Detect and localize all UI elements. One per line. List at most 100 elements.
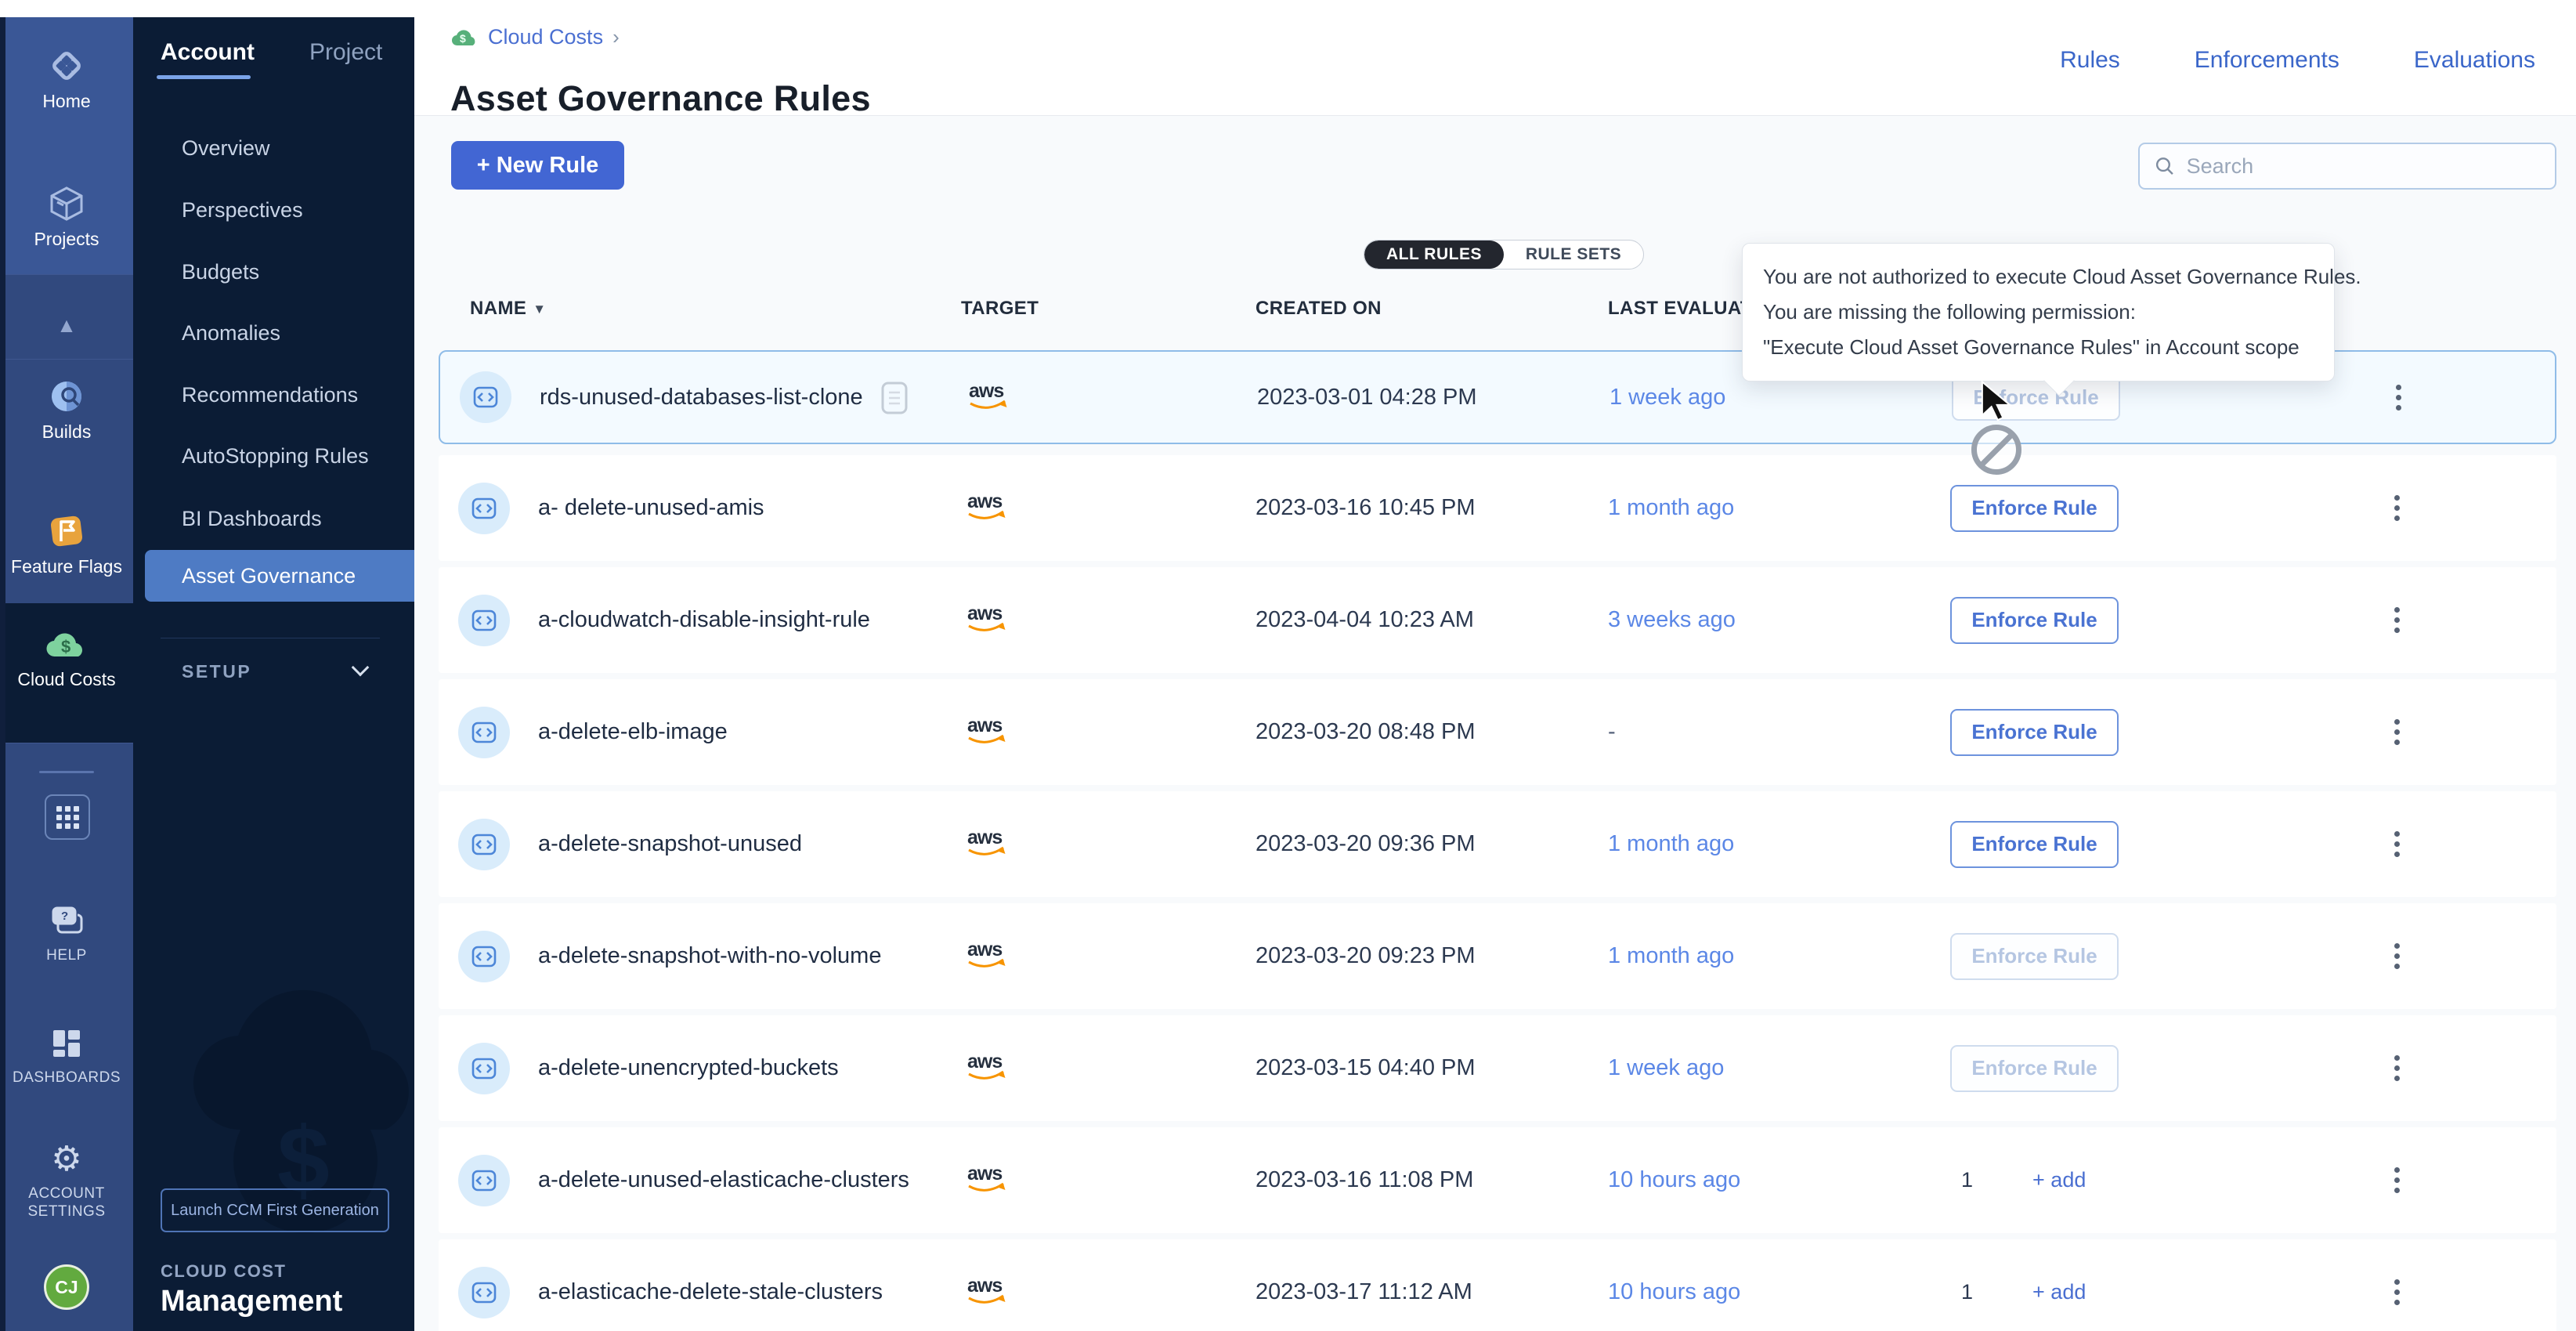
table-row[interactable]: a-delete-unencrypted-bucketsaws2023-03-1… bbox=[439, 1015, 2556, 1121]
sidebar-item-recommendations[interactable]: Recommendations bbox=[182, 382, 358, 408]
created-on-value: 2023-04-04 10:23 AM bbox=[1255, 607, 1608, 633]
svg-text:aws: aws bbox=[967, 1163, 1002, 1185]
last-evaluation-value[interactable]: 1 week ago bbox=[1610, 385, 1952, 411]
tooltip-line: You are missing the following permission… bbox=[1763, 295, 2314, 330]
rule-name[interactable]: a-delete-elb-image bbox=[538, 719, 728, 745]
table-row[interactable]: a-cloudwatch-disable-insight-rule aws 2023… bbox=[439, 567, 2556, 673]
enforce-rule-button[interactable]: Enforce Rule bbox=[1950, 485, 2119, 532]
window-left-edge bbox=[0, 17, 5, 1331]
enforce-rule-button[interactable]: Enforce Rule bbox=[1950, 597, 2119, 644]
aws-target-icon: aws bbox=[961, 601, 1013, 639]
last-evaluation-value[interactable]: 10 hours ago bbox=[1608, 1279, 1950, 1305]
rule-name[interactable]: a-delete-unused-elasticache-clusters bbox=[538, 1167, 909, 1193]
chevron-down-icon[interactable] bbox=[352, 659, 370, 677]
enforce-rule-button[interactable]: Enforce Rule bbox=[1950, 821, 2119, 868]
last-evaluation-value[interactable]: 10 hours ago bbox=[1608, 1167, 1950, 1193]
last-evaluation-value[interactable]: 1 month ago bbox=[1608, 943, 1950, 969]
copy-icon[interactable] bbox=[877, 377, 912, 418]
sidebar-item-anomalies[interactable]: Anomalies bbox=[182, 320, 280, 346]
breadcrumb[interactable]: $ Cloud Costs › bbox=[450, 25, 620, 49]
kebab-menu-icon[interactable] bbox=[2381, 719, 2412, 745]
enforce-rule-button[interactable]: Enforce Rule bbox=[1950, 709, 2119, 756]
sidebar-item-asset-governance[interactable]: Asset Governance bbox=[145, 550, 414, 602]
last-evaluation-value[interactable]: 1 month ago bbox=[1608, 831, 1950, 857]
cloud-costs-breadcrumb-icon: $ bbox=[450, 27, 479, 49]
table-row[interactable]: a-elasticache-delete-stale-clustersaws20… bbox=[439, 1239, 2556, 1331]
rail-divider bbox=[0, 274, 133, 275]
user-avatar[interactable]: CJ bbox=[44, 1264, 89, 1310]
svg-text:aws: aws bbox=[967, 714, 1002, 736]
toggle-all-rules[interactable]: ALL RULES bbox=[1364, 241, 1504, 269]
search-box[interactable] bbox=[2138, 143, 2556, 190]
nav-link-enforcements[interactable]: Enforcements bbox=[2195, 47, 2339, 74]
rule-name[interactable]: a-delete-unencrypted-buckets bbox=[538, 1055, 839, 1081]
kebab-menu-icon[interactable] bbox=[2381, 831, 2412, 857]
rule-icon bbox=[458, 483, 510, 534]
sidebar-item-budgets[interactable]: Budgets bbox=[182, 259, 259, 285]
rule-name[interactable]: rds-unused-databases-list-clone bbox=[540, 385, 863, 411]
nav-link-evaluations[interactable]: Evaluations bbox=[2414, 47, 2535, 74]
kebab-menu-icon[interactable] bbox=[2381, 1279, 2412, 1305]
column-header-name[interactable]: NAME▼ bbox=[470, 298, 547, 320]
created-on-value: 2023-03-01 04:28 PM bbox=[1257, 385, 1610, 411]
tooltip-line: You are not authorized to execute Cloud … bbox=[1763, 259, 2314, 295]
rule-name[interactable]: a-cloudwatch-disable-insight-rule bbox=[538, 607, 870, 633]
add-enforcement-link[interactable]: + add bbox=[2032, 1168, 2086, 1192]
rail-item-account-settings[interactable]: ⚙ ACCOUNT SETTINGS bbox=[0, 1139, 133, 1221]
rail-item-cloud-costs[interactable]: $ Cloud Costs bbox=[0, 624, 133, 689]
rail-item-builds[interactable]: Builds bbox=[0, 376, 133, 442]
rule-name[interactable]: a-delete-snapshot-unused bbox=[538, 831, 802, 857]
kebab-menu-icon[interactable] bbox=[2381, 495, 2412, 521]
sidebar-item-overview[interactable]: Overview bbox=[182, 135, 270, 161]
last-evaluation-value[interactable]: 1 week ago bbox=[1608, 1055, 1950, 1081]
kebab-menu-icon[interactable] bbox=[2381, 1055, 2412, 1081]
kebab-menu-icon[interactable] bbox=[2381, 607, 2412, 633]
rules-nav-links: Rules Enforcements Evaluations bbox=[2060, 47, 2535, 74]
kebab-menu-icon[interactable] bbox=[2383, 385, 2414, 411]
tab-account[interactable]: Account bbox=[161, 39, 255, 66]
table-row[interactable]: a-delete-snapshot-unusedaws2023-03-20 09… bbox=[439, 791, 2556, 897]
search-input[interactable] bbox=[2185, 154, 2541, 179]
sidebar-item-autostopping-rules[interactable]: AutoStopping Rules bbox=[182, 443, 369, 469]
rule-icon bbox=[458, 931, 510, 982]
setup-section-label[interactable]: SETUP bbox=[182, 661, 251, 682]
last-evaluation-value[interactable]: 1 month ago bbox=[1608, 495, 1950, 521]
svg-text:?: ? bbox=[61, 910, 68, 923]
nav-link-rules[interactable]: Rules bbox=[2060, 47, 2120, 74]
add-enforcement-link[interactable]: + add bbox=[2032, 1280, 2086, 1304]
created-on-value: 2023-03-20 09:23 PM bbox=[1255, 943, 1608, 969]
aws-target-icon: aws bbox=[961, 1161, 1013, 1199]
last-evaluation-value[interactable]: 3 weeks ago bbox=[1608, 607, 1950, 633]
table-row[interactable]: a-delete-unused-elasticache-clustersaws2… bbox=[439, 1127, 2556, 1233]
launch-ccm-first-gen-button[interactable]: Launch CCM First Generation bbox=[161, 1188, 389, 1232]
kebab-menu-icon[interactable] bbox=[2381, 1167, 2412, 1193]
sidebar-item-perspectives[interactable]: Perspectives bbox=[182, 197, 303, 223]
new-rule-button[interactable]: + New Rule bbox=[451, 141, 624, 190]
kebab-menu-icon[interactable] bbox=[2381, 943, 2412, 969]
rule-name[interactable]: a-delete-snapshot-with-no-volume bbox=[538, 943, 881, 969]
sidebar-item-bi-dashboards[interactable]: BI Dashboards bbox=[182, 505, 322, 532]
table-row[interactable]: a-delete-elb-imageaws2023-03-20 08:48 PM… bbox=[439, 679, 2556, 785]
rail-item-help[interactable]: ? HELP bbox=[0, 901, 133, 964]
breadcrumb-link[interactable]: Cloud Costs bbox=[488, 25, 603, 49]
enforce-rule-button[interactable]: Enforce Rule bbox=[1950, 1045, 2119, 1092]
page-title: Asset Governance Rules bbox=[450, 78, 871, 119]
enforce-rule-button[interactable]: Enforce Rule bbox=[1950, 933, 2119, 980]
rail-item-feature-flags[interactable]: Feature Flags bbox=[0, 511, 133, 577]
main-content: $ Cloud Costs › Asset Governance Rules R… bbox=[414, 0, 2576, 1331]
rule-name[interactable]: a-elasticache-delete-stale-clusters bbox=[538, 1279, 883, 1305]
cloud-costs-icon: $ bbox=[0, 624, 133, 664]
svg-text:$: $ bbox=[460, 32, 466, 45]
rule-icon bbox=[458, 1155, 510, 1206]
rail-item-home[interactable]: Home bbox=[0, 45, 133, 111]
table-row[interactable]: a- delete-unused-amisaws2023-03-16 10:45… bbox=[439, 455, 2556, 561]
table-row[interactable]: a-delete-snapshot-with-no-volumeaws2023-… bbox=[439, 903, 2556, 1009]
tab-project[interactable]: Project bbox=[309, 39, 382, 66]
rule-name[interactable]: a- delete-unused-amis bbox=[538, 495, 764, 521]
rail-item-projects[interactable]: Projects bbox=[0, 183, 133, 249]
scroll-up-icon[interactable]: ▲ bbox=[0, 313, 133, 338]
column-header-created-on: CREATED ON bbox=[1255, 298, 1382, 320]
module-picker-button[interactable] bbox=[45, 794, 90, 840]
rail-item-dashboards[interactable]: DASHBOARDS bbox=[0, 1023, 133, 1087]
toggle-rule-sets[interactable]: RULE SETS bbox=[1504, 241, 1643, 269]
